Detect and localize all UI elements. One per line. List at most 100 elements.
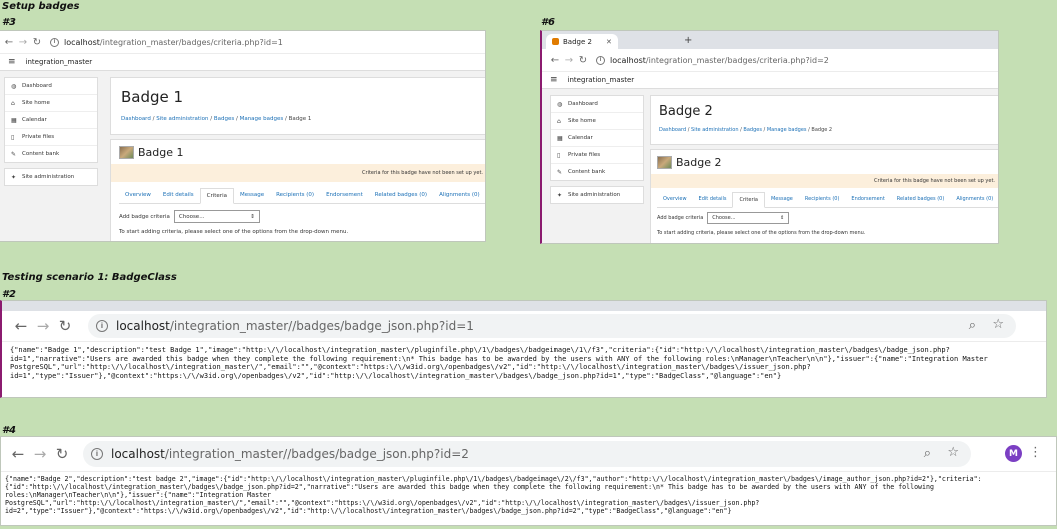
moodle-favicon-icon <box>552 38 559 45</box>
breadcrumb-item[interactable]: Dashboard <box>659 127 686 133</box>
sidebar-item-label: Private files <box>568 152 601 158</box>
tab-edit-details[interactable]: Edit details <box>693 192 733 207</box>
sidebar-item-content-bank[interactable]: ✎ Content bank <box>5 146 97 162</box>
sidebar-item-dashboard[interactable]: ◍ Dashboard <box>551 96 643 113</box>
json-line: id=2","type":"Issuer"},"@context":"https… <box>5 507 732 516</box>
url-host: localhost <box>64 37 100 47</box>
browser-toolbar: ← → ↻ i localhost/integration_master/bad… <box>542 49 998 72</box>
sidebar-item-private-files[interactable]: ▯ Private files <box>5 129 97 146</box>
sidebar-item-calendar[interactable]: ▦ Calendar <box>5 112 97 129</box>
breadcrumb-item[interactable]: Badges <box>743 127 762 133</box>
reload-icon[interactable]: ↻ <box>51 445 73 463</box>
sidebar-item-site-home[interactable]: ⌂ Site home <box>5 95 97 112</box>
json-body: {"name":"Badge 1","description":"test Ba… <box>10 346 988 380</box>
sidebar-item-content-bank[interactable]: ✎ Content bank <box>551 164 643 180</box>
hamburger-menu-icon[interactable]: ≡ <box>8 57 16 67</box>
sidebar-item-label: Calendar <box>22 117 47 123</box>
site-info-icon[interactable]: i <box>596 55 605 65</box>
back-arrow-icon[interactable]: ← <box>548 55 562 66</box>
tab-endorsement[interactable]: Endorsement <box>845 192 890 207</box>
url-path: /integration_master//badges/badge_json.p… <box>164 447 469 461</box>
url-host: localhost <box>111 447 165 461</box>
tab-message[interactable]: Message <box>765 192 799 207</box>
site-info-icon[interactable]: i <box>96 320 108 332</box>
tab-alignments-0[interactable]: Alignments (0) <box>950 192 998 207</box>
panel-3-number: #3 <box>2 17 16 28</box>
nav-group: ◍ Dashboard ⌂ Site home ▦ Calendar ▯ Private fi… <box>4 77 98 163</box>
chevron-updown-icon: ⇕ <box>250 213 255 220</box>
sidebar-item-label: Site administration <box>568 192 621 198</box>
sidebar-item-label: Private files <box>22 134 55 140</box>
browser-window-badge-json-2: ← → ↻ i localhost/integration_master//ba… <box>0 436 1057 526</box>
sidebar-item-site-home[interactable]: ⌂ Site home <box>551 113 643 130</box>
address-bar[interactable]: i localhost/integration_master//badges/b… <box>83 441 971 467</box>
address-bar[interactable]: i localhost/integration_master/badges/cr… <box>50 37 283 47</box>
forward-arrow-icon[interactable]: → <box>29 445 51 463</box>
zoom-icon[interactable]: ⌕ <box>924 446 931 461</box>
bookmark-star-icon[interactable]: ☆ <box>947 445 959 460</box>
sidebar-item-dashboard[interactable]: ◍ Dashboard <box>5 78 97 95</box>
reload-icon[interactable]: ↻ <box>30 37 44 48</box>
nav-item-icon: ▯ <box>11 133 15 141</box>
breadcrumb-item[interactable]: Badges <box>214 116 234 122</box>
site-info-icon[interactable]: i <box>91 448 103 460</box>
json-line: {"name":"Badge 2","description":"test ba… <box>5 475 982 483</box>
hamburger-menu-icon[interactable]: ≡ <box>550 75 558 85</box>
address-bar[interactable]: i localhost/integration_master//badges/b… <box>88 314 1016 338</box>
breadcrumb-item[interactable]: Manage badges <box>240 116 284 122</box>
back-arrow-icon[interactable]: ← <box>7 445 29 463</box>
tab-overview[interactable]: Overview <box>657 192 693 207</box>
back-arrow-icon[interactable]: ← <box>2 37 16 48</box>
tab-related-badges-0[interactable]: Related badges (0) <box>891 192 951 207</box>
zoom-icon[interactable]: ⌕ <box>969 318 976 333</box>
badge-content-card: Badge 1 Criteria for this badge have not… <box>110 139 485 241</box>
forward-arrow-icon[interactable]: → <box>562 55 576 66</box>
breadcrumb: Dashboard / Site administration / Badges… <box>659 127 832 133</box>
tab-criteria[interactable]: Criteria <box>199 188 234 204</box>
criteria-select[interactable]: Choose... ⇕ <box>707 212 790 224</box>
tab-criteria[interactable]: Criteria <box>732 192 765 208</box>
json-line: {"name":"Badge 1","description":"test Ba… <box>10 346 950 354</box>
breadcrumb-item[interactable]: Manage badges <box>767 127 807 133</box>
tab-recipients-0[interactable]: Recipients (0) <box>270 188 320 203</box>
sidebar-item-site-administration[interactable]: ✦ Site administration <box>5 169 97 185</box>
profile-avatar[interactable]: M <box>1005 445 1022 462</box>
breadcrumb-item: Badge 2 <box>811 127 833 133</box>
breadcrumb-item[interactable]: Site administration <box>156 116 208 122</box>
site-name[interactable]: integration_master <box>26 58 93 66</box>
tab-alignments-0[interactable]: Alignments (0) <box>433 188 485 203</box>
site-name[interactable]: integration_master <box>568 76 635 84</box>
sidebar-item-label: Content bank <box>22 151 60 157</box>
tab-edit-details[interactable]: Edit details <box>157 188 200 203</box>
tab-related-badges-0[interactable]: Related badges (0) <box>369 188 433 203</box>
badge-name: Badge 2 <box>676 156 722 169</box>
sidebar-item-calendar[interactable]: ▦ Calendar <box>551 130 643 147</box>
nav-group: ✦ Site administration <box>550 186 644 204</box>
tab-overview[interactable]: Overview <box>119 188 157 203</box>
sidebar-item-site-administration[interactable]: ✦ Site administration <box>551 187 643 203</box>
sidebar-item-private-files[interactable]: ▯ Private files <box>551 147 643 164</box>
new-tab-icon[interactable]: + <box>684 35 692 46</box>
address-bar[interactable]: i localhost/integration_master/badges/cr… <box>596 55 829 65</box>
breadcrumb-item[interactable]: Dashboard <box>121 116 151 122</box>
browser-tab-badge-2[interactable]: Badge 2 ✕ <box>546 34 618 49</box>
close-tab-icon[interactable]: ✕ <box>606 38 612 46</box>
sidebar-item-label: Site home <box>568 118 596 124</box>
tab-recipients-0[interactable]: Recipients (0) <box>799 192 846 207</box>
tab-endorsement[interactable]: Endorsement <box>320 188 369 203</box>
tab-message[interactable]: Message <box>234 188 270 203</box>
breadcrumb-item[interactable]: Site administration <box>691 127 739 133</box>
back-arrow-icon[interactable]: ← <box>10 317 32 335</box>
reload-icon[interactable]: ↻ <box>576 55 590 66</box>
nav-drawer: ◍ Dashboard ⌂ Site home ▦ Calendar ▯ Private fi… <box>550 95 644 209</box>
criteria-select[interactable]: Choose... ⇕ <box>173 210 260 223</box>
bookmark-star-icon[interactable]: ☆ <box>992 317 1004 332</box>
forward-arrow-icon[interactable]: → <box>32 317 54 335</box>
json-line: PostgreSQL","url":"http:\/\/localhost\/i… <box>10 363 811 372</box>
site-info-icon[interactable]: i <box>50 37 59 47</box>
json-body: {"name":"Badge 2","description":"test ba… <box>5 475 982 515</box>
forward-arrow-icon[interactable]: → <box>16 37 30 48</box>
reload-icon[interactable]: ↻ <box>54 317 76 335</box>
kebab-menu-icon[interactable]: ⋮ <box>1029 445 1042 460</box>
page-header-card: Badge 2 Dashboard / Site administration … <box>650 95 998 145</box>
